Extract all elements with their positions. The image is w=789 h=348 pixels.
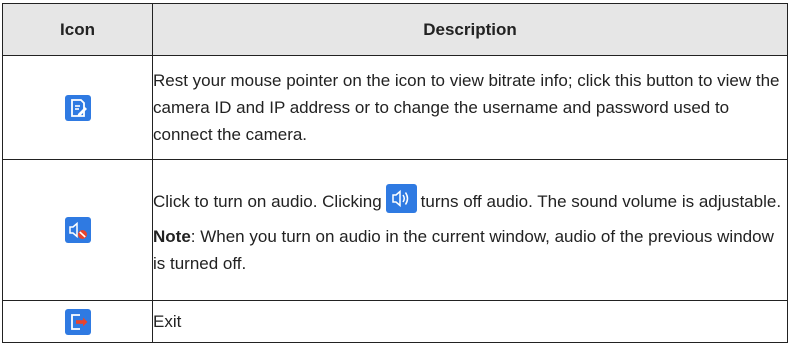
note-text: : When you turn on audio in the current … [153,226,774,273]
header-description: Description [152,3,788,56]
audio-description: Click to turn on audio. Clicking turns o… [153,183,787,215]
exit-icon[interactable] [64,308,91,335]
table-row: Exit [2,300,788,343]
row-description: Rest your mouse pointer on the icon to v… [153,71,780,144]
header-icon: Icon [2,3,153,56]
row-description: Exit [153,312,182,331]
audio-text-part1: Click to turn on audio. Clicking [153,191,382,211]
description-cell: Exit [152,300,788,343]
audio-on-icon [385,183,417,213]
table-row: Click to turn on audio. Clicking turns o… [2,159,788,301]
edit-settings-icon[interactable] [64,94,91,121]
icon-cell [2,55,153,160]
icon-cell [2,159,153,301]
description-cell: Click to turn on audio. Clicking turns o… [152,159,788,301]
table-row: Rest your mouse pointer on the icon to v… [2,55,788,160]
icon-description-table: Icon Description Rest your mouse pointer… [2,3,788,343]
note-label: Note [153,226,191,246]
icon-cell [2,300,153,343]
audio-muted-icon[interactable] [64,217,91,243]
description-cell: Rest your mouse pointer on the icon to v… [152,55,788,160]
note-paragraph: Note: When you turn on audio in the curr… [153,223,787,277]
audio-text-part2: turns off audio. The sound volume is adj… [420,191,782,211]
table-header-row: Icon Description [2,3,788,56]
